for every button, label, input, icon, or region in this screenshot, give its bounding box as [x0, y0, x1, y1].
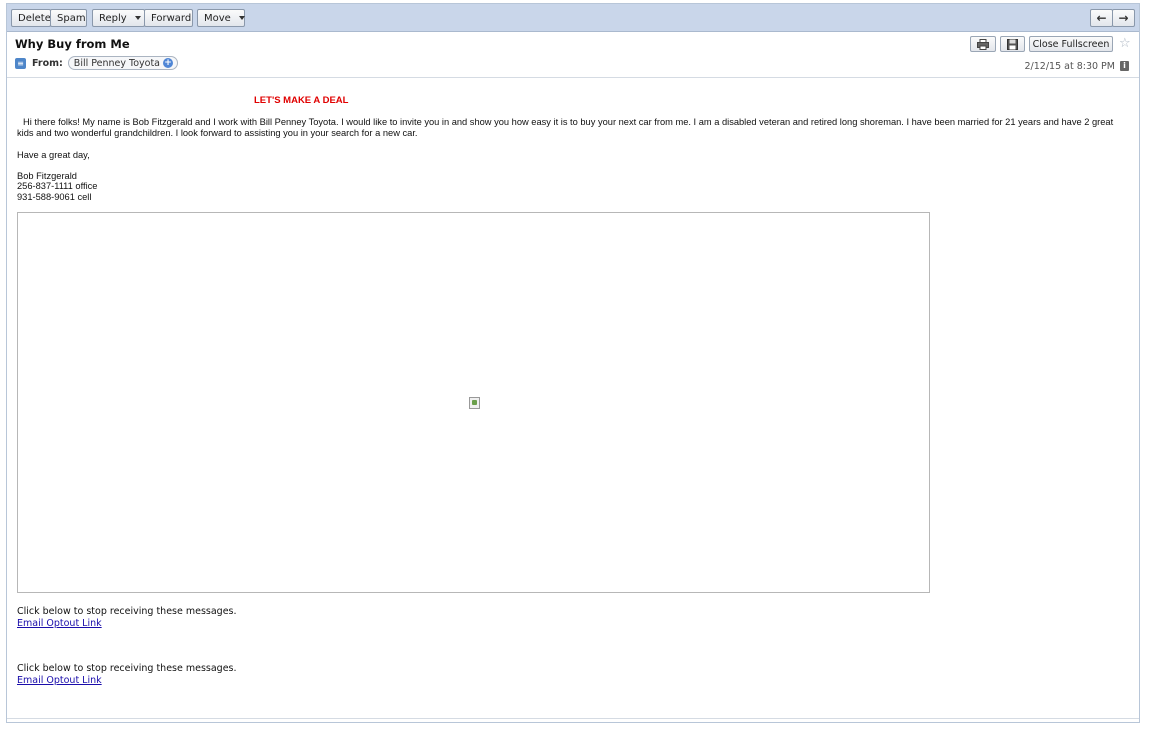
info-icon[interactable]: i — [1120, 61, 1129, 71]
arrow-left-icon: ← — [1096, 11, 1107, 25]
email-image-frame — [17, 212, 930, 593]
forward-label: Forward — [151, 12, 192, 24]
sender-pill[interactable]: Bill Penney Toyota + — [67, 56, 178, 70]
spam-label: Spam — [57, 12, 86, 24]
signature-office-phone: 256-837-1111 office — [17, 181, 98, 191]
email-viewer: Delete Spam Reply Forward Move ← → Why B… — [6, 3, 1140, 723]
email-subject: Why Buy from Me — [15, 37, 130, 51]
closing-text: Have a great day, — [17, 150, 90, 160]
footer-divider — [7, 718, 1139, 719]
signature-name: Bob Fitzgerald — [17, 171, 77, 181]
signature-cell-phone: 931-588-9061 cell — [17, 192, 92, 202]
reply-button[interactable]: Reply — [92, 9, 145, 27]
optout-link-1[interactable]: Email Optout Link — [17, 618, 102, 629]
save-icon — [1007, 38, 1018, 50]
save-button[interactable] — [1000, 36, 1025, 52]
chevron-down-icon — [238, 16, 245, 20]
intro-paragraph: Hi there folks! My name is Bob Fitzgeral… — [17, 117, 1114, 138]
forward-button[interactable]: Forward — [144, 9, 193, 27]
spam-button[interactable]: Spam — [50, 9, 87, 27]
arrow-right-icon: → — [1118, 11, 1129, 25]
move-label: Move — [204, 12, 231, 24]
email-date: 2/12/15 at 8:30 PM — [1024, 61, 1116, 72]
delete-button[interactable]: Delete — [11, 9, 51, 27]
broken-image-icon — [469, 397, 480, 409]
move-button[interactable]: Move — [197, 9, 245, 27]
optout-link-2[interactable]: Email Optout Link — [17, 675, 102, 686]
printer-icon — [977, 38, 989, 50]
reply-label: Reply — [99, 12, 127, 24]
expand-header-icon[interactable]: ≡ — [15, 57, 26, 69]
header-divider — [7, 77, 1139, 78]
optout-text-1: Click below to stop receiving these mess… — [17, 606, 237, 617]
sender-name: Bill Penney Toyota — [73, 57, 160, 69]
star-icon[interactable]: ☆ — [1119, 36, 1131, 51]
optout-text-2: Click below to stop receiving these mess… — [17, 663, 237, 674]
previous-message-button[interactable]: ← — [1090, 9, 1113, 27]
print-button[interactable] — [970, 36, 996, 52]
close-fullscreen-button[interactable]: Close Fullscreen — [1029, 36, 1113, 52]
add-contact-icon[interactable]: + — [163, 58, 173, 68]
from-label: From: — [32, 57, 63, 69]
toolbar: Delete Spam Reply Forward Move ← → — [7, 4, 1139, 32]
delete-label: Delete — [18, 12, 51, 24]
next-message-button[interactable]: → — [1112, 9, 1135, 27]
close-fullscreen-label: Close Fullscreen — [1032, 38, 1110, 50]
email-headline: LET'S MAKE A DEAL — [254, 95, 349, 106]
chevron-down-icon — [134, 16, 141, 20]
from-row: ≡ From: Bill Penney Toyota + — [15, 55, 178, 71]
